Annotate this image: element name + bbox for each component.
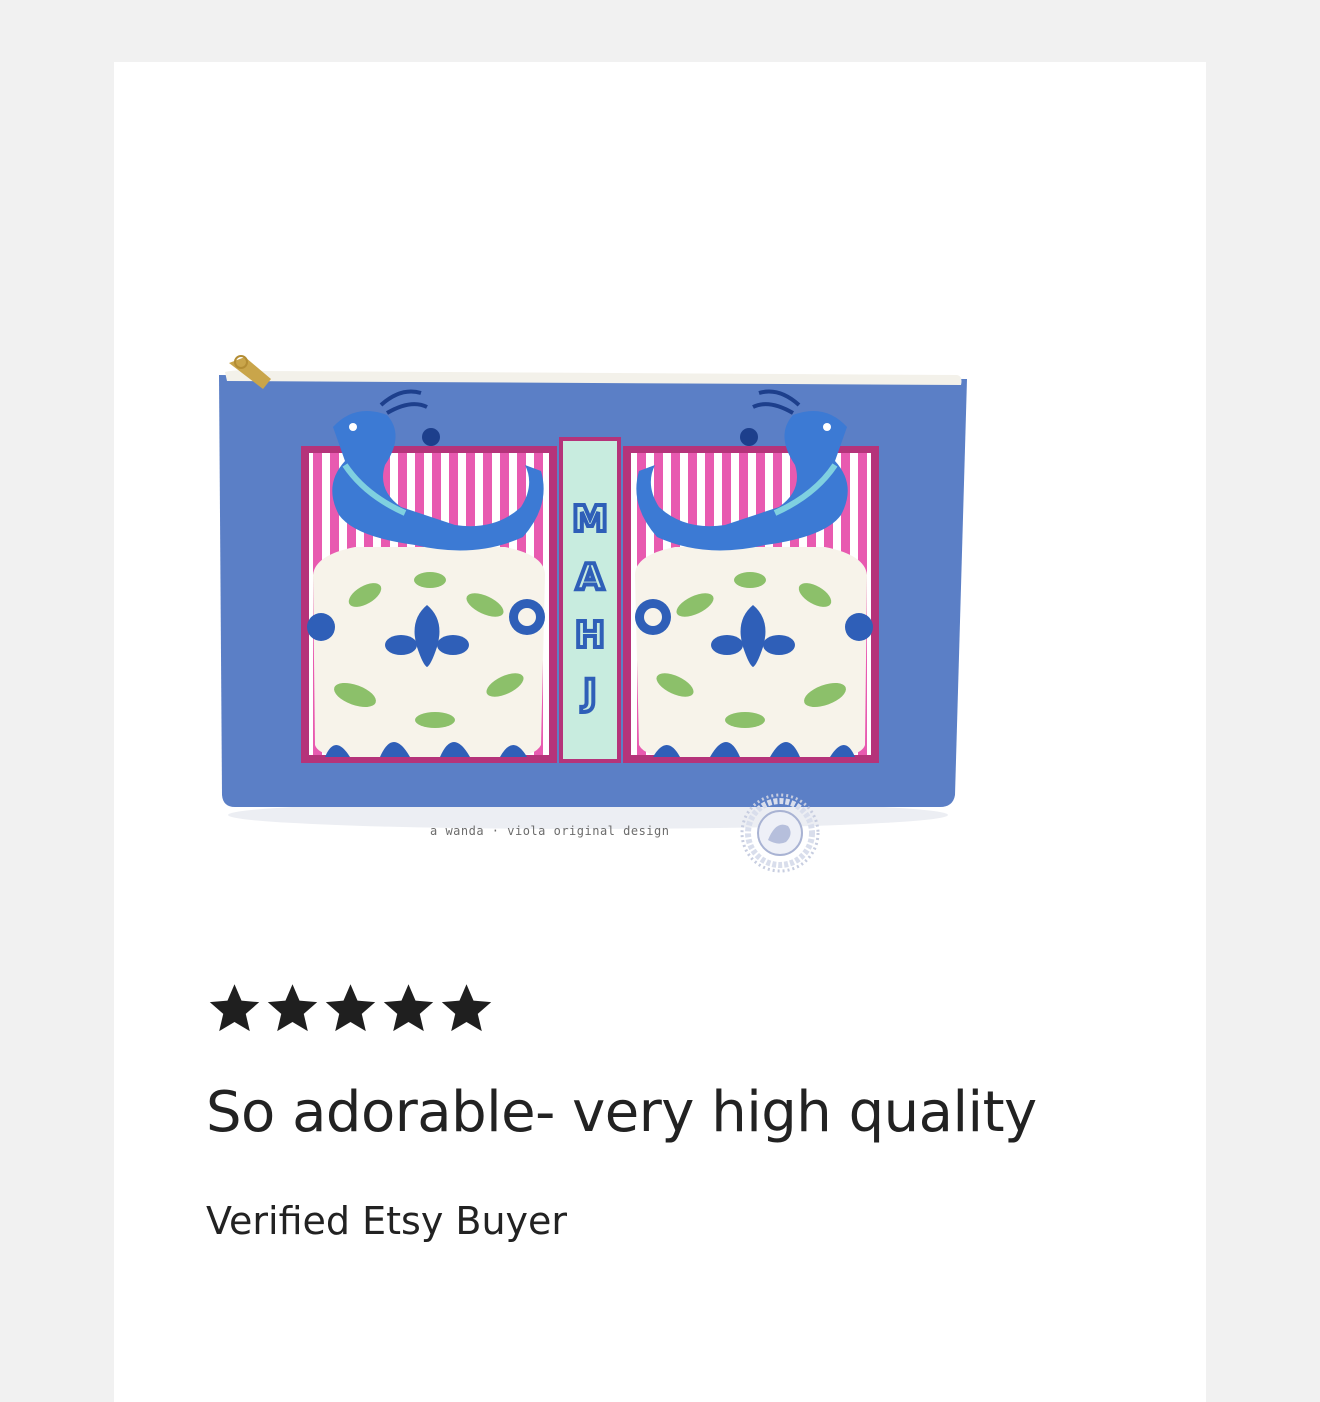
svg-text:J: J [580,673,596,714]
star-icon [383,984,434,1032]
designer-seal-logo [740,793,820,873]
reviewer-name: Verified Etsy Buyer [206,1199,568,1243]
svg-text:A: A [576,557,604,598]
mahj-panel [559,437,621,763]
review-card: M A H J a wanda · viola original design … [114,62,1206,1402]
product-image[interactable]: M A H J [205,275,971,841]
designer-watermark: a wanda · viola original design [430,824,670,838]
svg-text:H: H [575,615,605,656]
star-icon [267,984,318,1032]
star-icon [325,984,376,1032]
star-icon [209,984,260,1032]
left-vase-panel [301,389,557,763]
review-title: So adorable- very high quality [206,1080,1037,1145]
star-icon [441,984,492,1032]
svg-text:M: M [572,499,608,540]
star-rating [206,980,495,1037]
right-vase-panel [623,389,879,763]
